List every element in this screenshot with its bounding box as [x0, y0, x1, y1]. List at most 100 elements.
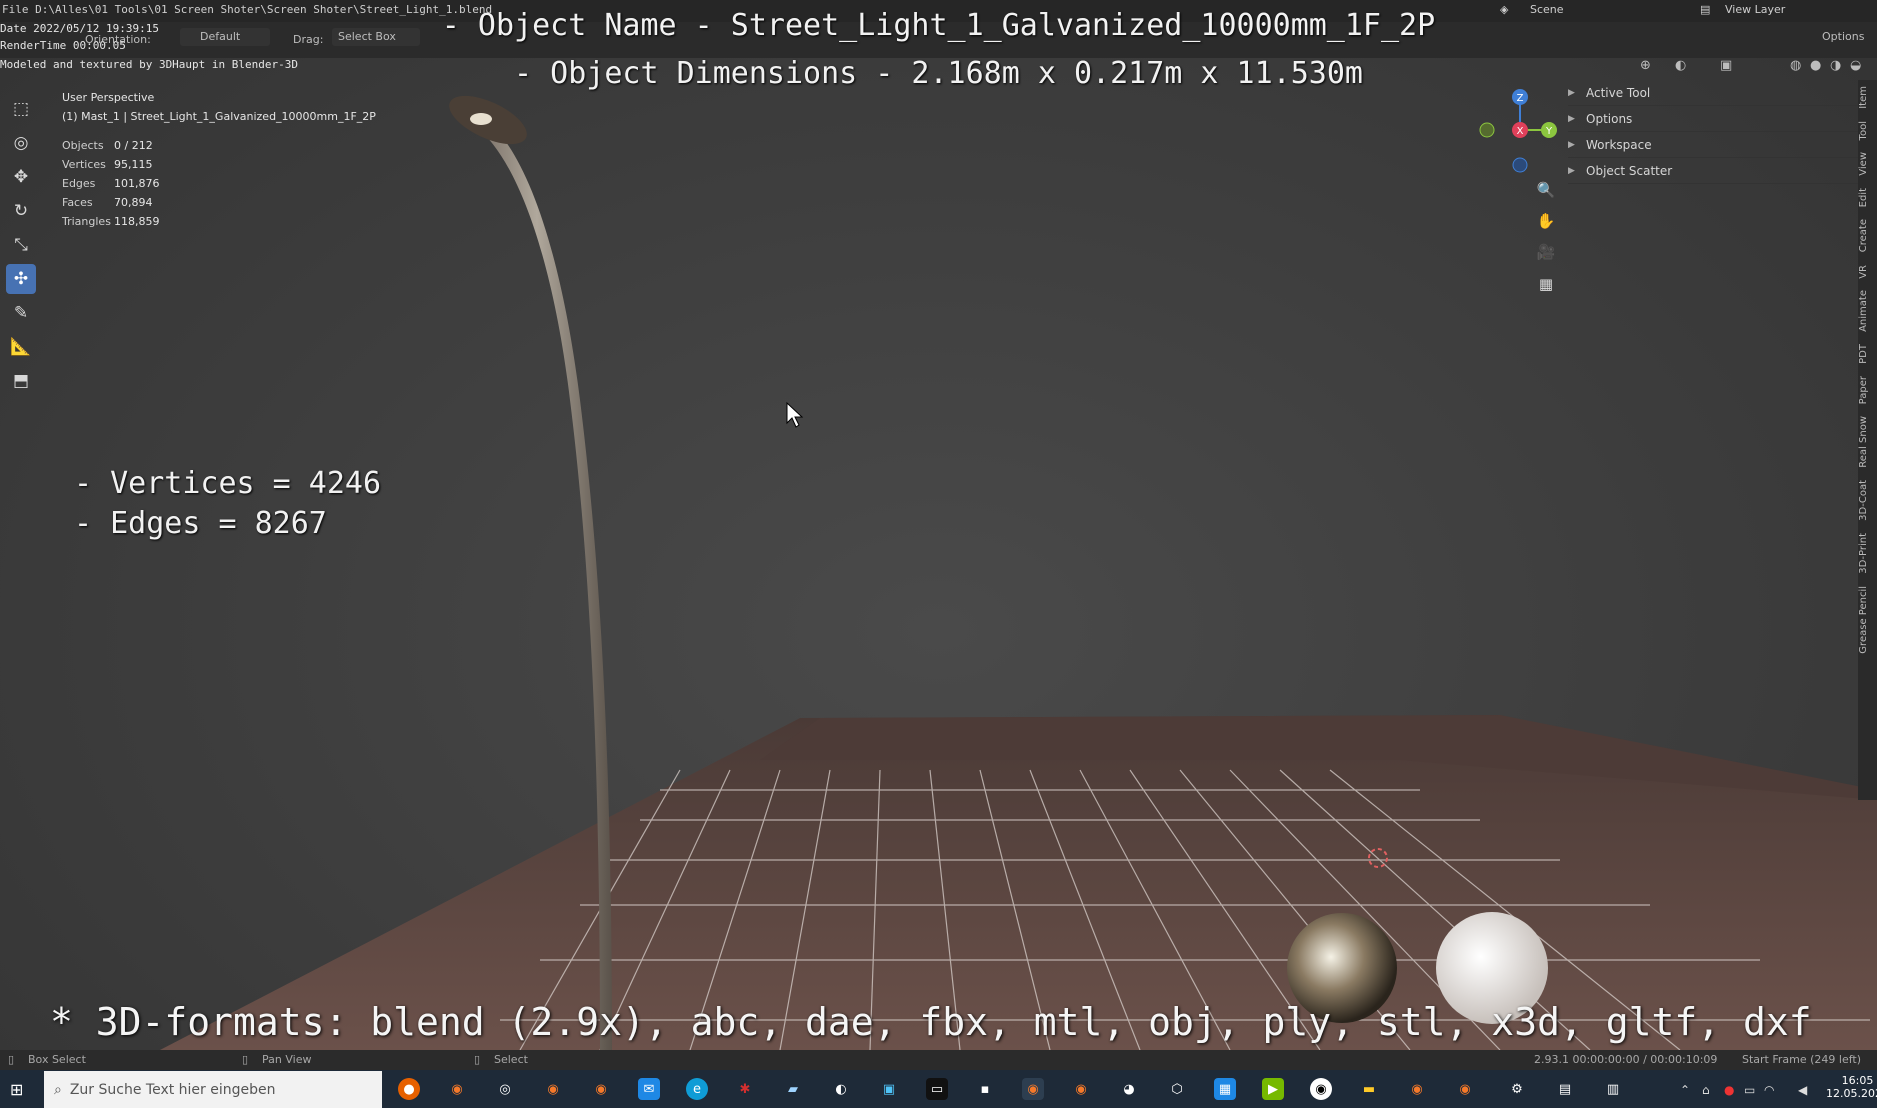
- terminal-icon[interactable]: ▭: [926, 1078, 948, 1100]
- perspective-label: User Perspective: [62, 91, 155, 104]
- blender-icon-2[interactable]: ◉: [542, 1078, 564, 1100]
- app-window-icon[interactable]: ▤: [1554, 1078, 1576, 1100]
- edge-browser-icon[interactable]: e: [686, 1078, 708, 1100]
- tab-item[interactable]: Item: [1858, 80, 1877, 115]
- stat-value: 0 / 212: [114, 139, 153, 152]
- tab-create[interactable]: Create: [1858, 213, 1877, 258]
- vertices-count-text: - Vertices = 4246: [74, 466, 382, 501]
- blender-active-icon[interactable]: ◉: [1022, 1078, 1044, 1100]
- sidebar-tabs: Item Tool View Edit Create VR Animate PD…: [1858, 80, 1877, 800]
- camera-view-icon[interactable]: 🎥: [1534, 240, 1558, 264]
- rotate-tool-icon[interactable]: ↻: [6, 196, 36, 226]
- calendar-icon[interactable]: ▦: [1214, 1078, 1236, 1100]
- stat-row-objects: Objects 0 / 212: [62, 136, 376, 155]
- obs-icon[interactable]: ◉: [1310, 1078, 1332, 1100]
- annotate-tool-icon[interactable]: ✎: [6, 298, 36, 328]
- scale-tool-icon[interactable]: ⤡: [6, 230, 36, 260]
- panel-object-scatter[interactable]: ▶ Object Scatter: [1568, 158, 1858, 184]
- disclosure-arrow-icon: ▶: [1568, 139, 1575, 150]
- gizmo-y-label: Y: [1545, 126, 1553, 137]
- mouse-middle-icon: ▯: [242, 1053, 249, 1066]
- wifi-icon[interactable]: ◠: [1764, 1083, 1774, 1097]
- tab-3d-coat[interactable]: 3D-Coat: [1858, 474, 1877, 527]
- status-pan-view: Pan View: [262, 1053, 312, 1066]
- stat-label: Edges: [62, 177, 96, 190]
- app-paint-icon[interactable]: ◐: [830, 1078, 852, 1100]
- mouse-cursor: [786, 401, 804, 428]
- gizmo-z-label: Z: [1517, 93, 1524, 104]
- disclosure-arrow-icon: ▶: [1568, 113, 1575, 124]
- search-placeholder[interactable]: Zur Suche Text hier eingeben: [70, 1082, 276, 1098]
- antivirus-icon[interactable]: ●: [1724, 1083, 1734, 1097]
- cube-app-icon[interactable]: ⬡: [1166, 1078, 1188, 1100]
- file-explorer-icon[interactable]: ▬: [1358, 1078, 1380, 1100]
- taskbar-clock[interactable]: 16:05 12.05.2022: [1826, 1074, 1877, 1100]
- blender-icon-5[interactable]: ◉: [1406, 1078, 1428, 1100]
- measure-tool-icon[interactable]: 📐: [6, 332, 36, 362]
- blender-icon[interactable]: ◉: [446, 1078, 468, 1100]
- stat-row-triangles: Triangles 118,859: [62, 212, 376, 231]
- tab-grease-pencil[interactable]: Grease Pencil: [1858, 580, 1877, 660]
- clock-time: 16:05: [1841, 1074, 1874, 1087]
- tab-pdt[interactable]: PDT: [1858, 338, 1877, 370]
- navigation-gizmo[interactable]: Z X Y: [1475, 85, 1570, 180]
- select-box-tool-icon[interactable]: ⬚: [6, 94, 36, 124]
- app-red-icon[interactable]: ✱: [734, 1078, 756, 1100]
- windows-start-icon[interactable]: ⊞: [10, 1080, 23, 1099]
- add-cube-tool-icon[interactable]: ⬒: [6, 366, 36, 396]
- panel-active-tool[interactable]: ▶ Active Tool: [1568, 80, 1858, 106]
- taskbar-search[interactable]: ⌕ Zur Suche Text hier eingeben: [44, 1071, 382, 1108]
- volume-icon[interactable]: ◀: [1798, 1083, 1807, 1097]
- cursor-tool-icon[interactable]: ◎: [6, 128, 36, 158]
- blender-icon-6[interactable]: ◉: [1454, 1078, 1476, 1100]
- network-icon[interactable]: ⌂: [1702, 1083, 1710, 1097]
- panel-label: Workspace: [1586, 137, 1652, 152]
- blender-icon-4[interactable]: ◉: [1070, 1078, 1092, 1100]
- tab-edit[interactable]: Edit: [1858, 182, 1877, 213]
- tab-paper[interactable]: Paper: [1858, 370, 1877, 410]
- move-tool-icon[interactable]: ✥: [6, 162, 36, 192]
- tab-tool[interactable]: Tool: [1858, 115, 1877, 146]
- app-notes-icon[interactable]: ▰: [782, 1078, 804, 1100]
- disclosure-arrow-icon: ▶: [1568, 87, 1575, 98]
- status-version-time: 2.93.1 00:00:00:00 / 00:00:10:09: [1534, 1053, 1718, 1066]
- steam-icon[interactable]: ◎: [494, 1078, 516, 1100]
- formats-overlay: * 3D-formats: blend (2.9x), abc, dae, fb…: [50, 1000, 1812, 1044]
- transform-tool-icon[interactable]: ✣: [6, 264, 36, 294]
- mail-icon[interactable]: ✉: [638, 1078, 660, 1100]
- stat-value: 95,115: [114, 158, 153, 171]
- stat-value: 118,859: [114, 215, 160, 228]
- zoom-icon[interactable]: 🔍: [1534, 178, 1558, 202]
- gizmo-x-label: X: [1517, 126, 1524, 137]
- panda-app-icon[interactable]: ◕: [1118, 1078, 1140, 1100]
- stat-row-faces: Faces 70,894: [62, 193, 376, 212]
- panel-options[interactable]: ▶ Options: [1568, 106, 1858, 132]
- app-box-icon[interactable]: ▣: [878, 1078, 900, 1100]
- status-bar: ▯ Box Select ▯ Pan View ▯ Select 2.93.1 …: [0, 1050, 1877, 1070]
- battery-icon[interactable]: ▭: [1744, 1083, 1755, 1097]
- firefox-icon[interactable]: ●: [398, 1078, 420, 1100]
- stat-row-vertices: Vertices 95,115: [62, 155, 376, 174]
- tab-animate[interactable]: Animate: [1858, 284, 1877, 338]
- system-tray-chevron-icon[interactable]: ⌃: [1680, 1083, 1690, 1097]
- ortho-grid-icon[interactable]: ▦: [1534, 272, 1558, 296]
- stat-value: 101,876: [114, 177, 160, 190]
- tab-view[interactable]: View: [1858, 146, 1877, 182]
- app-dark-icon[interactable]: ▪: [974, 1078, 996, 1100]
- app-window-icon-2[interactable]: ▥: [1602, 1078, 1624, 1100]
- stat-label: Faces: [62, 196, 93, 209]
- stat-label: Vertices: [62, 158, 106, 171]
- tool-shelf: ⬚ ◎ ✥ ↻ ⤡ ✣ ✎ 📐 ⬒: [6, 90, 42, 440]
- pan-hand-icon[interactable]: ✋: [1534, 209, 1558, 233]
- stat-label: Triangles: [62, 215, 111, 228]
- nvidia-icon[interactable]: ▶: [1262, 1078, 1284, 1100]
- tab-3d-print[interactable]: 3D-Print: [1858, 527, 1877, 580]
- panel-label: Active Tool: [1586, 85, 1651, 100]
- tab-real-snow[interactable]: Real Snow: [1858, 410, 1877, 474]
- settings-gear-icon[interactable]: ⚙: [1506, 1078, 1528, 1100]
- clock-date: 12.05.2022: [1826, 1087, 1877, 1100]
- object-name-overlay: - Object Name - Street_Light_1_Galvanize…: [441, 8, 1436, 43]
- tab-vr[interactable]: VR: [1858, 259, 1877, 285]
- panel-workspace[interactable]: ▶ Workspace: [1568, 132, 1858, 158]
- blender-icon-3[interactable]: ◉: [590, 1078, 612, 1100]
